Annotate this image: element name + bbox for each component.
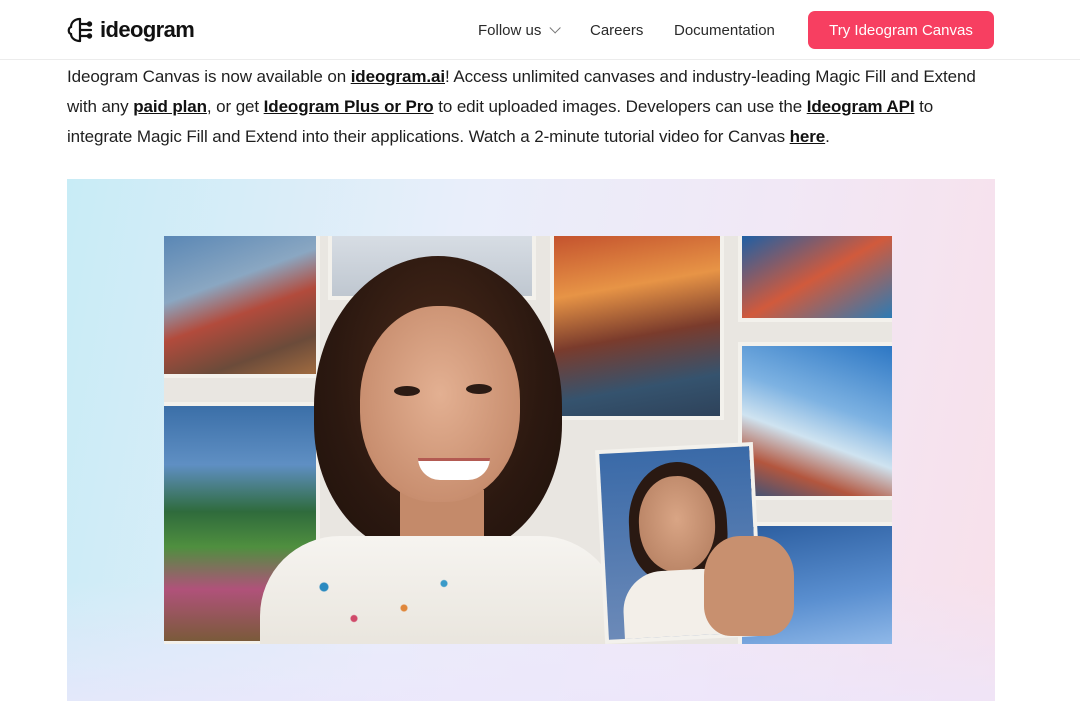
paint-splatter <box>284 566 484 636</box>
try-canvas-button-label: Try Ideogram Canvas <box>829 21 973 39</box>
background-painting <box>554 236 720 416</box>
subject-eye <box>466 384 492 394</box>
ideogram-ai-link[interactable]: ideogram.ai <box>351 67 445 86</box>
ideogram-api-link[interactable]: Ideogram API <box>807 97 915 116</box>
intro-text: , or get <box>206 97 264 116</box>
subject-hand <box>704 536 794 636</box>
background-painting <box>164 236 316 374</box>
subject-smile <box>418 458 490 480</box>
tutorial-here-link[interactable]: here <box>790 127 826 146</box>
background-painting <box>742 346 892 496</box>
site-header: ideogram Follow us Careers Documentation… <box>0 0 1080 60</box>
intro-text: . <box>825 127 830 146</box>
nav-careers[interactable]: Careers <box>590 0 643 60</box>
logo-text: ideogram <box>100 17 195 42</box>
logo-link[interactable]: ideogram <box>66 14 195 46</box>
nav-careers-label: Careers <box>590 21 644 39</box>
nav-documentation-label: Documentation <box>674 21 775 39</box>
nav-follow-us[interactable]: Follow us <box>478 0 562 60</box>
try-canvas-button[interactable]: Try Ideogram Canvas <box>808 11 994 49</box>
chevron-down-icon <box>549 22 562 34</box>
nav-documentation[interactable]: Documentation <box>674 0 775 60</box>
background-painting <box>742 236 892 318</box>
intro-paragraph: Ideogram Canvas is now available on ideo… <box>67 62 987 152</box>
hero-photo[interactable] <box>164 236 892 644</box>
intro-text: Ideogram Canvas is now available on <box>67 67 351 86</box>
ideogram-brain-icon <box>67 17 93 43</box>
plus-or-pro-link[interactable]: Ideogram Plus or Pro <box>264 97 434 116</box>
nav-follow-us-label: Follow us <box>478 21 542 39</box>
intro-text: to edit uploaded images. Developers can … <box>433 97 807 116</box>
paid-plan-link[interactable]: paid plan <box>133 97 207 116</box>
subject-eye <box>394 386 420 396</box>
hero-media-banner <box>67 179 995 701</box>
